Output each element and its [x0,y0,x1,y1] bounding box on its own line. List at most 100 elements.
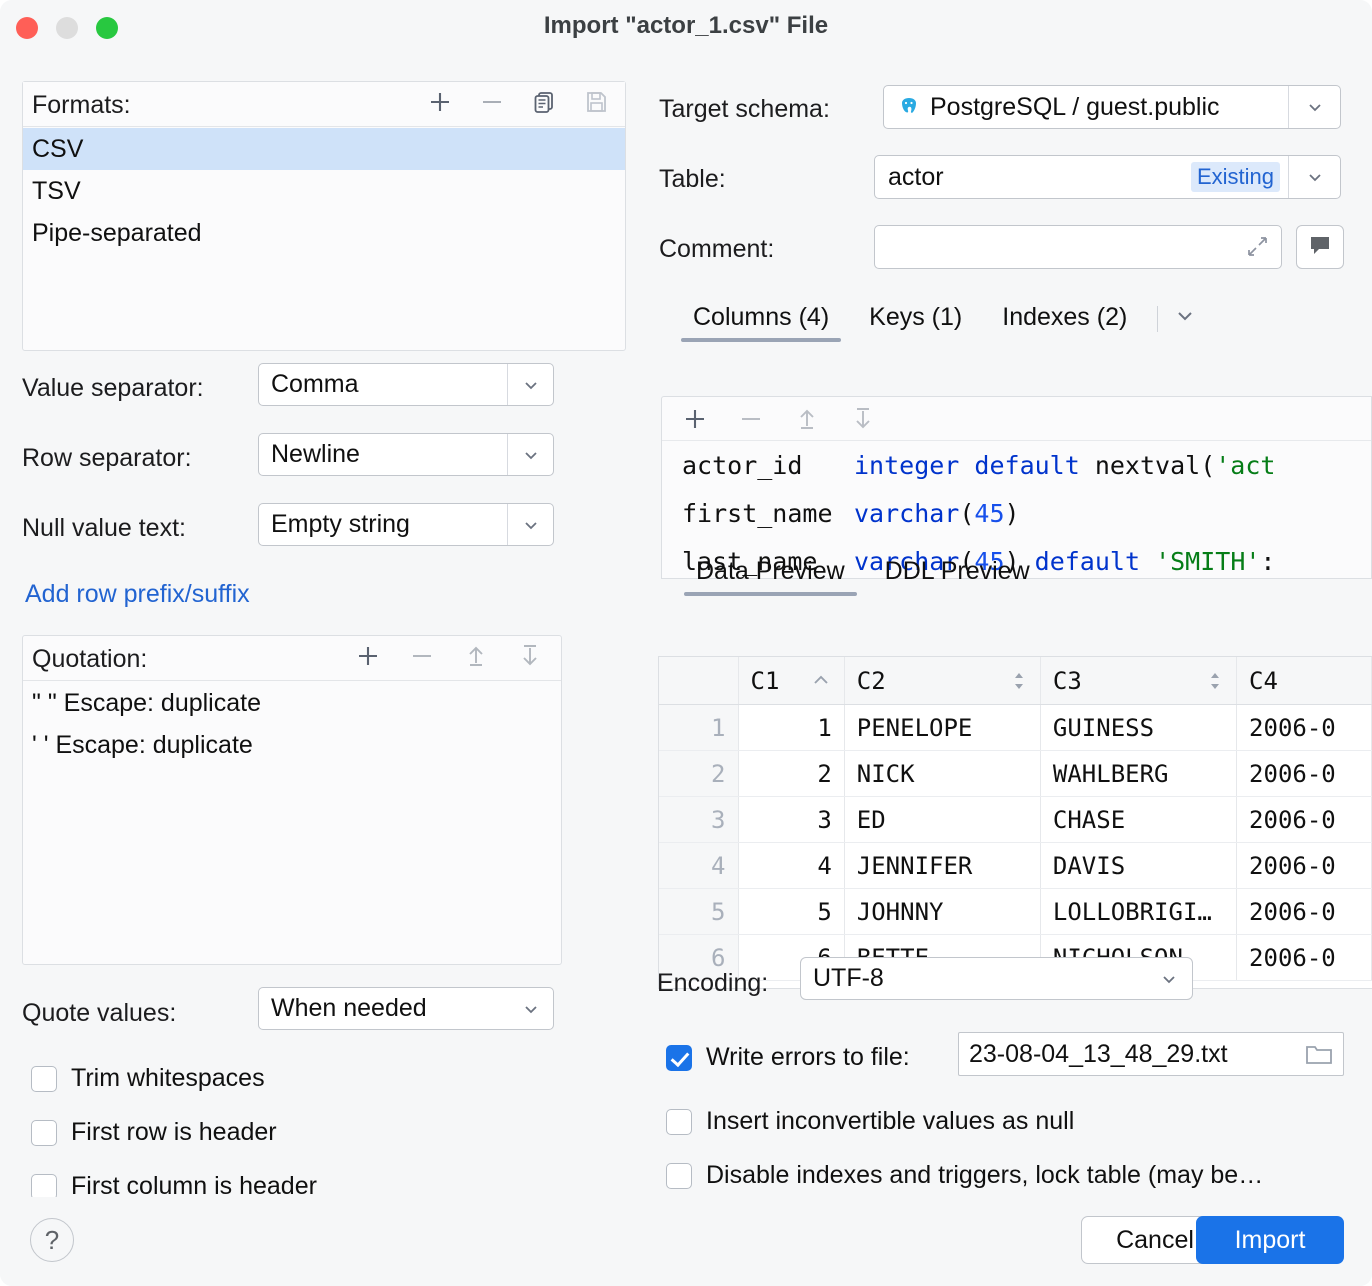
row-number-cell[interactable]: 5 [659,889,739,934]
cell-c3[interactable]: GUINESS [1041,705,1237,750]
insert-inconvertible-checkbox-row[interactable]: Insert inconvertible values as null [666,1107,1074,1136]
comment-icon [1307,232,1333,263]
cell-c2[interactable]: NICK [845,751,1041,796]
encoding-dropdown[interactable]: UTF-8 [800,957,1193,1000]
cell-c1[interactable]: 5 [739,889,845,934]
cell-c3[interactable]: CHASE [1041,797,1237,842]
cell-c4[interactable]: 2006-0 [1237,935,1372,980]
comment-input[interactable] [874,225,1282,269]
cell-c1[interactable]: 4 [739,843,845,888]
sort-asc-icon[interactable] [810,670,832,692]
tab-data-preview[interactable]: Data Preview [676,551,865,596]
cell-c3[interactable]: DAVIS [1041,843,1237,888]
quotation-list[interactable]: " " Escape: duplicate ' ' Escape: duplic… [23,682,561,964]
insert-inconvertible-label: Insert inconvertible values as null [706,1107,1074,1136]
table-row[interactable]: 44JENNIFERDAVIS2006-0 [659,843,1372,889]
column-row-actor-id[interactable]: actor_idinteger default nextval('act [662,442,1371,490]
column-header-c1[interactable]: C1 [739,657,845,704]
plus-icon[interactable] [680,404,710,434]
formats-list[interactable]: CSV TSV Pipe-separated [23,128,625,350]
cell-c4[interactable]: 2006-0 [1237,797,1372,842]
row-separator-dropdown[interactable]: Newline [258,433,554,476]
format-item-pipe-separated[interactable]: Pipe-separated [23,212,625,254]
quotation-item-single[interactable]: ' ' Escape: duplicate [23,724,561,766]
cell-c4[interactable]: 2006-0 [1237,705,1372,750]
format-item-csv[interactable]: CSV [23,128,625,170]
chevron-down-icon[interactable] [1172,303,1198,342]
folder-icon[interactable] [1305,1042,1333,1066]
value-separator-label: Value separator: [22,374,204,403]
cell-c4[interactable]: 2006-0 [1237,889,1372,934]
move-up-icon[interactable] [461,641,491,671]
table-row[interactable]: 33EDCHASE2006-0 [659,797,1372,843]
cell-c3[interactable]: WAHLBERG [1041,751,1237,796]
table-row[interactable]: 22NICKWAHLBERG2006-0 [659,751,1372,797]
row-number-header [659,657,739,704]
row-number-cell[interactable]: 1 [659,705,739,750]
minus-icon[interactable] [736,404,766,434]
move-up-icon[interactable] [792,404,822,434]
cell-c2[interactable]: JOHNNY [845,889,1041,934]
chevron-down-icon[interactable] [1288,86,1340,128]
cell-c2[interactable]: PENELOPE [845,705,1041,750]
tab-ddl-preview[interactable]: DDL Preview [865,551,1050,596]
cell-c2[interactable]: ED [845,797,1041,842]
quotation-item-double[interactable]: " " Escape: duplicate [23,682,561,724]
insert-inconvertible-checkbox[interactable] [666,1109,692,1135]
cell-c1[interactable]: 2 [739,751,845,796]
question-mark-icon[interactable]: ? [30,1218,74,1262]
comment-icon-button[interactable] [1296,225,1344,269]
first-column-is-header-checkbox[interactable] [31,1174,57,1200]
column-row-first-name[interactable]: first_namevarchar(45) [662,490,1371,538]
write-errors-checkbox[interactable] [666,1045,692,1071]
plus-icon[interactable] [425,87,455,117]
column-header-c4[interactable]: C4 [1237,657,1372,704]
column-header-c3[interactable]: C3 [1041,657,1237,704]
column-header-c2[interactable]: C2 [845,657,1041,704]
tab-columns[interactable]: Columns (4) [673,297,849,342]
table-dropdown[interactable]: actor Existing [874,155,1341,199]
add-row-prefix-suffix-link[interactable]: Add row prefix/suffix [25,580,250,609]
cell-c1[interactable]: 3 [739,797,845,842]
write-errors-checkbox-row[interactable]: Write errors to file: [666,1043,910,1072]
value-separator-dropdown[interactable]: Comma [258,363,554,406]
minus-icon[interactable] [407,641,437,671]
tab-indexes[interactable]: Indexes (2) [982,297,1147,342]
row-number-cell[interactable]: 2 [659,751,739,796]
table-row[interactable]: 55JOHNNYLOLLOBRIGI…2006-0 [659,889,1372,935]
trim-whitespaces-checkbox[interactable] [31,1066,57,1092]
data-preview-table[interactable]: C1 C2 C3 C4 [658,656,1372,989]
chevron-down-icon[interactable] [1288,156,1340,198]
row-number-cell[interactable]: 3 [659,797,739,842]
trim-whitespaces-checkbox-row[interactable]: Trim whitespaces [31,1064,265,1093]
tab-keys[interactable]: Keys (1) [849,297,982,342]
minus-icon[interactable] [477,87,507,117]
sort-none-icon[interactable] [1010,670,1028,692]
format-item-tsv[interactable]: TSV [23,170,625,212]
first-row-is-header-checkbox-row[interactable]: First row is header [31,1118,277,1147]
row-number-cell[interactable]: 4 [659,843,739,888]
target-schema-dropdown[interactable]: PostgreSQL / guest.public [883,85,1341,129]
move-down-icon[interactable] [848,404,878,434]
cell-c1[interactable]: 1 [739,705,845,750]
save-icon[interactable] [581,87,611,117]
null-value-text-value: Empty string [259,510,507,539]
write-errors-label: Write errors to file: [706,1043,910,1072]
move-down-icon[interactable] [515,641,545,671]
copy-icon[interactable] [529,87,559,117]
error-file-path-input[interactable]: 23-08-04_13_48_29.txt [958,1032,1344,1076]
disable-indexes-checkbox-row[interactable]: Disable indexes and triggers, lock table… [666,1161,1263,1190]
cell-c2[interactable]: JENNIFER [845,843,1041,888]
null-value-text-dropdown[interactable]: Empty string [258,503,554,546]
plus-icon[interactable] [353,641,383,671]
cell-c4[interactable]: 2006-0 [1237,751,1372,796]
expand-icon[interactable] [1245,234,1271,260]
cell-c3[interactable]: LOLLOBRIGI… [1041,889,1237,934]
import-button[interactable]: Import [1196,1216,1344,1264]
sort-none-icon[interactable] [1206,670,1224,692]
table-row[interactable]: 11PENELOPEGUINESS2006-0 [659,705,1372,751]
first-row-is-header-checkbox[interactable] [31,1120,57,1146]
disable-indexes-checkbox[interactable] [666,1163,692,1189]
cell-c4[interactable]: 2006-0 [1237,843,1372,888]
quote-values-dropdown[interactable]: When needed [258,987,554,1030]
